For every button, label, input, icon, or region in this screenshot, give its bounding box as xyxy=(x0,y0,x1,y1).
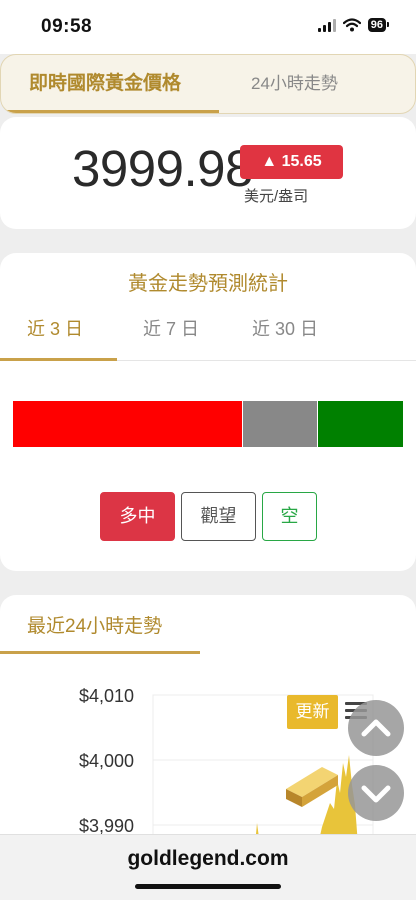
status-bar: 09:58 96 xyxy=(0,0,416,54)
chart-title: 最近24小時走勢 xyxy=(27,616,163,637)
price-unit: 美元/盎司 xyxy=(244,188,309,205)
tab-period-30d[interactable]: 近 30 日 xyxy=(252,315,318,359)
neutral-segment xyxy=(242,401,317,447)
top-tabs: 即時國際黃金價格 24小時走勢 xyxy=(0,54,416,114)
vote-short-button[interactable]: 空 xyxy=(262,492,317,541)
period-tabs: 近 3 日 近 7 日 近 30 日 xyxy=(0,315,416,361)
home-indicator[interactable] xyxy=(135,884,281,889)
battery-icon: 96 xyxy=(367,18,390,32)
long-segment xyxy=(13,401,242,447)
tab-period-7d[interactable]: 近 7 日 xyxy=(143,315,199,359)
scroll-down-button[interactable] xyxy=(348,765,404,821)
stats-title: 黃金走勢預測統計 xyxy=(128,273,288,295)
chart-title-underline xyxy=(0,651,200,654)
price-card: 3999.98 ▲ 15.65 美元/盎司 xyxy=(0,117,416,229)
url-text[interactable]: goldlegend.com xyxy=(0,847,416,871)
status-time: 09:58 xyxy=(41,16,93,37)
trend-distribution-bar xyxy=(13,401,403,447)
y-tick-label: $4,000 xyxy=(79,751,134,771)
browser-url-bar: goldlegend.com xyxy=(0,834,416,900)
wifi-icon xyxy=(342,18,361,32)
scroll-up-button[interactable] xyxy=(348,700,404,756)
short-segment xyxy=(317,401,403,447)
gold-bar-icon xyxy=(286,767,338,807)
y-tick-label: $3,990 xyxy=(79,816,134,836)
period-tab-underline xyxy=(0,358,117,361)
chart-refresh-button[interactable]: 更新 xyxy=(287,695,338,729)
tab-live-price[interactable]: 即時國際黃金價格 xyxy=(29,55,181,113)
active-tab-underline xyxy=(1,110,219,113)
forecast-stats-card: 黃金走勢預測統計 近 3 日 近 7 日 近 30 日 多中 觀望 空 xyxy=(0,253,416,571)
tab-24h-trend[interactable]: 24小時走勢 xyxy=(251,55,338,113)
gold-price-value: 3999.98 xyxy=(72,140,253,197)
chevron-up-icon xyxy=(361,719,391,737)
status-icons: 96 xyxy=(317,18,390,32)
vote-neutral-button[interactable]: 觀望 xyxy=(181,492,256,541)
y-tick-label: $4,010 xyxy=(79,686,134,706)
tab-period-3d[interactable]: 近 3 日 xyxy=(27,315,83,359)
price-change-badge: ▲ 15.65 xyxy=(240,145,343,179)
chevron-down-icon xyxy=(361,785,391,803)
vote-long-button[interactable]: 多中 xyxy=(100,492,175,541)
signal-icon xyxy=(317,18,336,32)
